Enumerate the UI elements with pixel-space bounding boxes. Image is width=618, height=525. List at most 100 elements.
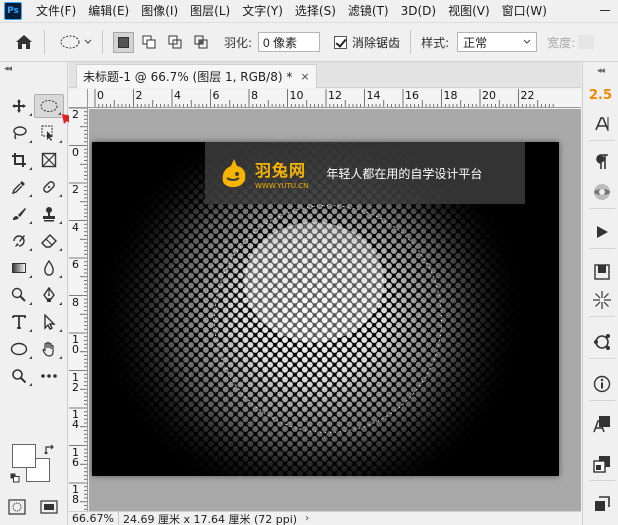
crop-tool-icon[interactable]: [4, 148, 34, 172]
status-menu-button[interactable]: ›: [305, 513, 309, 524]
ruler-label: 1 4: [72, 408, 79, 431]
gradient-tool-icon[interactable]: [4, 256, 34, 280]
type-tool-icon[interactable]: [4, 310, 34, 334]
3d-material-icon[interactable]: [592, 182, 612, 202]
menu-layer[interactable]: 图层(L): [184, 0, 236, 22]
document-canvas[interactable]: 羽兔网 WWW.YUTU.CN 年轻人都在用的自学设计平台: [92, 142, 559, 476]
ruler-label: 6: [72, 258, 79, 271]
libraries-panel-icon[interactable]: [592, 262, 612, 282]
blur-tool-icon[interactable]: [34, 256, 64, 280]
canvas-workspace[interactable]: 羽兔网 WWW.YUTU.CN 年轻人都在用的自学设计平台: [89, 109, 581, 511]
ruler-label: 18: [443, 89, 458, 102]
ruler-label: 8: [251, 89, 258, 102]
menu-filter[interactable]: 滤镜(T): [342, 0, 395, 22]
screen-mode-icon[interactable]: [40, 499, 58, 518]
intersect-selection-button[interactable]: [191, 32, 212, 53]
panel-separator: [589, 400, 615, 401]
info-panel-icon[interactable]: [592, 374, 612, 394]
zoom-tool-icon[interactable]: [4, 364, 34, 388]
ruler-origin[interactable]: [69, 89, 88, 108]
pen-tool-icon[interactable]: [34, 283, 64, 307]
ruler-label: 12: [328, 89, 342, 102]
history-brush-tool-icon[interactable]: [4, 229, 34, 253]
default-colors-icon[interactable]: [10, 472, 20, 483]
brush-tool-icon[interactable]: [4, 202, 34, 226]
ruler-label: 1 6: [72, 445, 79, 469]
character-panel-icon[interactable]: [592, 114, 612, 134]
lasso-tool-icon[interactable]: [4, 121, 34, 145]
expand-panels-icon[interactable]: ◂◂: [597, 66, 605, 76]
close-tab-button[interactable]: ×: [300, 70, 309, 83]
hand-tool-icon[interactable]: [34, 337, 64, 361]
ellipse-preset-icon: [60, 35, 80, 49]
horizontal-ruler[interactable]: 0 2 4 6 8 10 12 14 16 18 20 22: [88, 89, 581, 108]
swap-colors-icon[interactable]: [44, 444, 56, 459]
menu-image[interactable]: 图像(I): [135, 0, 184, 22]
chevron-down-icon: [523, 39, 531, 44]
new-selection-button[interactable]: [113, 31, 134, 53]
feather-label: 羽化:: [224, 35, 253, 50]
move-tool-icon[interactable]: [4, 94, 34, 118]
menu-select[interactable]: 选择(S): [289, 0, 342, 22]
clone-stamp-tool-icon[interactable]: [34, 202, 64, 226]
ellipse-shape-tool-icon[interactable]: [4, 337, 34, 361]
play-action-icon[interactable]: [592, 222, 612, 242]
eyedropper-tool-icon[interactable]: [4, 175, 34, 199]
watermark-url: WWW.YUTU.CN: [255, 181, 309, 190]
ps-logo[interactable]: Ps: [4, 2, 22, 20]
feather-input[interactable]: [258, 32, 321, 52]
style-label: 样式:: [421, 35, 450, 50]
tool-preset-picker[interactable]: [59, 34, 92, 50]
more-tools-icon[interactable]: [34, 364, 64, 388]
watermark-slogan: 年轻人都在用的自学设计平台: [326, 166, 483, 181]
paths-panel-icon[interactable]: [592, 332, 612, 352]
ruler-label: 22: [520, 89, 535, 102]
subtract-from-selection-button[interactable]: [165, 32, 186, 53]
color-swatches: [10, 444, 60, 489]
menu-file[interactable]: 文件(F): [30, 0, 82, 22]
menu-view[interactable]: 视图(V): [442, 0, 496, 22]
ruler-label: 0: [72, 145, 79, 159]
style-select[interactable]: 正常: [457, 32, 538, 52]
selection-mode-group: [113, 31, 212, 53]
toolbox: ◂◂: [0, 62, 68, 525]
panel-separator: [589, 140, 615, 141]
menu-edit[interactable]: 编辑(E): [82, 0, 135, 22]
glyphs-panel-icon[interactable]: [592, 414, 612, 434]
healing-brush-tool-icon[interactable]: [34, 175, 64, 199]
frame-tool-icon[interactable]: [34, 148, 64, 172]
ruler-label: 2: [72, 108, 79, 121]
paragraph-panel-icon[interactable]: [592, 152, 612, 172]
ruler-label: 16: [405, 89, 419, 102]
options-separator: [410, 30, 412, 54]
menu-window[interactable]: 窗口(W): [496, 0, 553, 22]
document-tab-title: 未标题-1 @ 66.7% (图层 1, RGB/8) *: [83, 70, 293, 84]
tool-grid: [4, 92, 66, 389]
adjustments-panel-icon[interactable]: [592, 494, 612, 514]
version-badge[interactable]: 2.5: [589, 88, 612, 103]
menu-3d[interactable]: 3D(D): [395, 0, 442, 22]
minimize-window-button[interactable]: [598, 4, 612, 18]
foreground-color-swatch[interactable]: [12, 444, 36, 468]
vertical-ruler[interactable]: 2 0 2 4 6 8 1 0 1 2 1 4 1 6 1 8: [69, 108, 88, 511]
dodge-tool-icon[interactable]: [4, 283, 34, 307]
document-tab[interactable]: 未标题-1 @ 66.7% (图层 1, RGB/8) * ×: [76, 64, 317, 88]
menu-type[interactable]: 文字(Y): [236, 0, 289, 22]
panel-separator: [589, 480, 615, 481]
ruler-label: 10: [289, 89, 304, 102]
brush-settings-icon[interactable]: [592, 290, 612, 310]
antialias-label: 消除锯齿: [352, 35, 401, 50]
add-to-selection-button[interactable]: [139, 32, 160, 53]
quick-mask-icon[interactable]: [8, 499, 26, 518]
options-separator: [44, 30, 45, 54]
zoom-level[interactable]: 66.67%: [69, 512, 119, 525]
collapse-toolbox-icon[interactable]: ◂◂: [4, 64, 12, 74]
path-selection-tool-icon[interactable]: [34, 310, 64, 334]
document-info: 24.69 厘米 x 17.64 厘米 (72 ppi): [123, 512, 298, 525]
home-icon[interactable]: [14, 32, 34, 52]
antialias-checkbox[interactable]: [334, 35, 348, 49]
width-input[interactable]: [578, 35, 595, 49]
ruler-label: 4: [72, 220, 79, 234]
layer-comps-icon[interactable]: [592, 454, 612, 474]
eraser-tool-icon[interactable]: [34, 229, 64, 253]
